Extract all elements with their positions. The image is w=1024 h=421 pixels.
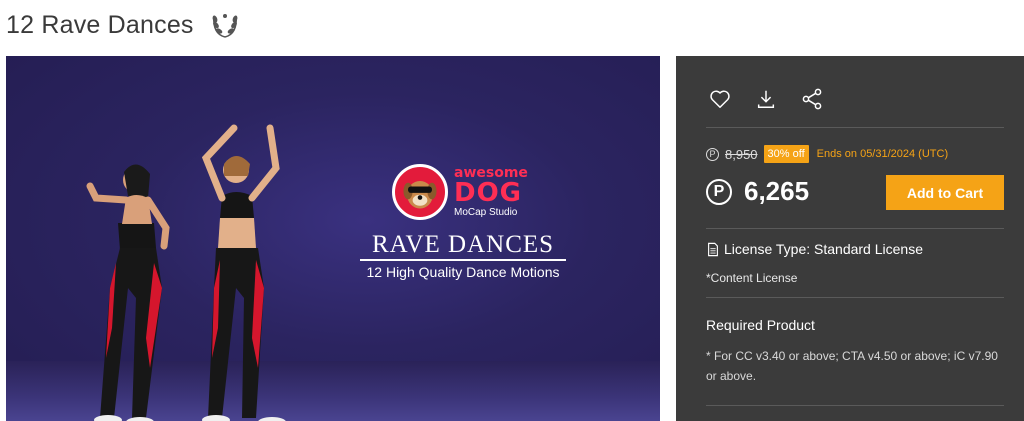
point-coin-icon: P (706, 147, 719, 161)
discount-badge: 30% off (763, 145, 809, 163)
divider (706, 228, 1004, 229)
divider (706, 297, 1004, 298)
heart-icon (710, 90, 730, 108)
download-icon (757, 90, 775, 108)
share-button[interactable] (800, 86, 824, 112)
sale-end-date: Ends on 05/31/2024 (UTC) (816, 148, 949, 160)
original-price: 8,950 (725, 146, 758, 162)
hero-subheading: 12 High Quality Dance Motions (366, 264, 560, 280)
add-to-cart-button[interactable]: Add to Cart (886, 175, 1004, 210)
product-hero-image[interactable]: awesome DOG MoCap Studio RAVE DANCES 12 … (6, 56, 660, 421)
license-type-label: License Type: Standard License (724, 241, 923, 257)
dancers-illustration (86, 124, 286, 421)
current-price: 6,265 (744, 176, 810, 206)
purchase-panel: P 8,950 30% off Ends on 05/31/2024 (UTC)… (676, 56, 1024, 421)
laurel-wreath-icon (208, 10, 242, 40)
title-row: 12 Rave Dances (6, 8, 242, 42)
dog-mascot-icon (392, 164, 448, 220)
brand-wordmark: awesome DOG MoCap Studio (454, 166, 528, 218)
divider (706, 127, 1004, 128)
brand-word-studio: MoCap Studio (454, 207, 518, 218)
share-icon (802, 88, 822, 110)
hero-divider (360, 259, 566, 261)
brand-word-dog: DOG (454, 178, 523, 208)
license-note: *Content License (706, 271, 798, 285)
point-coin-icon: P (706, 178, 732, 205)
license-type[interactable]: License Type: Standard License (706, 241, 923, 257)
current-price-row: P 6,265 (706, 176, 809, 207)
divider (706, 405, 1004, 406)
document-icon (708, 242, 718, 256)
wishlist-button[interactable] (708, 86, 732, 112)
required-product-text: * For CC v3.40 or above; CTA v4.50 or ab… (706, 349, 998, 383)
action-bar (708, 86, 824, 112)
brand-logo: awesome DOG MoCap Studio (392, 164, 528, 220)
required-product-title: Required Product (706, 317, 815, 333)
page-title: 12 Rave Dances (6, 10, 194, 39)
original-price-row: P 8,950 30% off Ends on 05/31/2024 (UTC) (706, 145, 948, 163)
hero-heading: RAVE DANCES (371, 231, 555, 258)
download-button[interactable] (754, 86, 778, 112)
